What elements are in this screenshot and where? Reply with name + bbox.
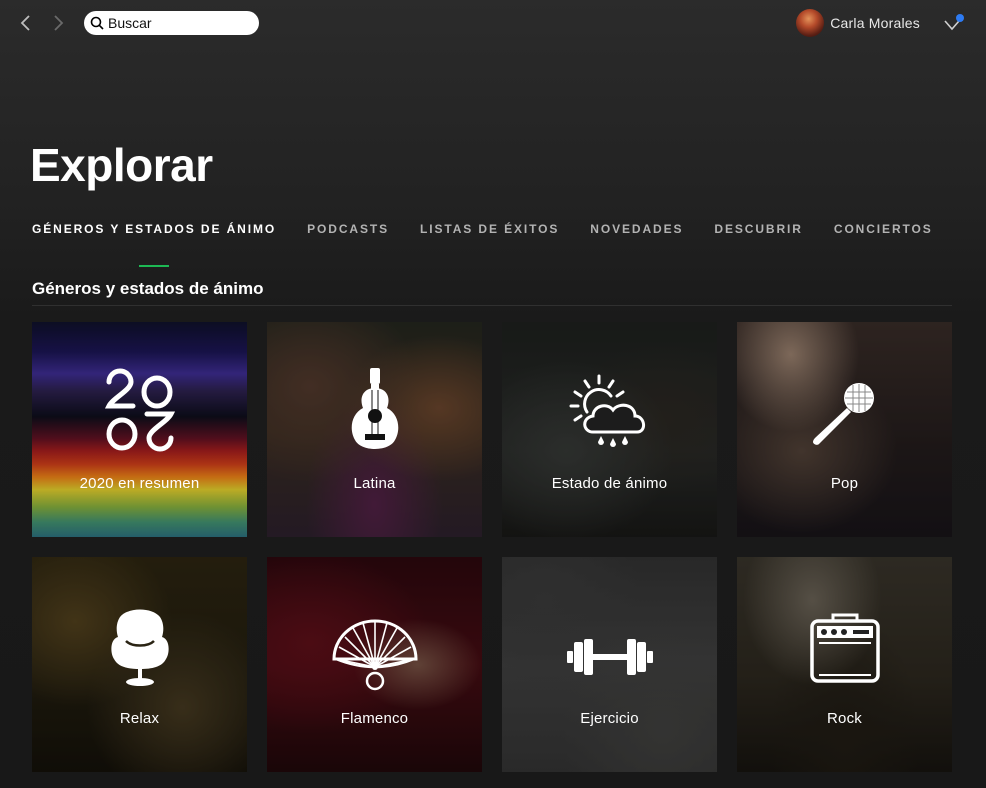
tile-label: Relax — [119, 710, 160, 727]
weather-icon — [569, 374, 645, 447]
category-tile-relax[interactable]: Relax — [32, 557, 247, 772]
category-tile-2020[interactable]: 2020 en resumen — [32, 322, 247, 537]
tile-label: Pop — [830, 475, 859, 492]
category-grid: 2020 en resumen Latina Estado de ánimo P… — [32, 322, 952, 788]
category-tile-rock[interactable]: Rock — [737, 557, 952, 772]
guitar-icon — [351, 368, 398, 449]
search-input[interactable] — [108, 15, 248, 31]
search-icon — [90, 16, 104, 30]
2020-wrapped-icon — [104, 368, 175, 452]
tab-listas-de-exitos[interactable]: LISTAS DE ÉXITOS — [420, 222, 559, 248]
dumbbell-icon — [566, 639, 653, 675]
chevron-right-icon — [54, 15, 64, 31]
category-tile-pop[interactable]: Pop — [737, 322, 952, 537]
category-tile-estado-de-animo[interactable]: Estado de ánimo — [502, 322, 717, 537]
user-name: Carla Morales — [830, 15, 920, 31]
back-button[interactable] — [14, 12, 36, 34]
search-box[interactable] — [84, 11, 259, 35]
tab-novedades[interactable]: NOVEDADES — [590, 222, 683, 248]
fan-icon — [331, 619, 418, 691]
tab-podcasts[interactable]: PODCASTS — [307, 222, 389, 248]
tab-generos[interactable]: GÉNEROS Y ESTADOS DE ÁNIMO — [32, 222, 276, 248]
explore-page: Carla Morales Explorar GÉNEROS Y ESTADOS… — [0, 0, 986, 788]
tile-label: Latina — [353, 475, 396, 492]
microphone-icon — [812, 383, 874, 445]
notification-dot — [956, 14, 964, 22]
tab-conciertos[interactable]: CONCIERTOS — [834, 222, 933, 248]
category-tile-latina[interactable]: Latina — [267, 322, 482, 537]
page-title: Explorar — [30, 139, 213, 191]
tab-descubrir[interactable]: DESCUBRIR — [714, 222, 802, 248]
tab-bar: GÉNEROS Y ESTADOS DE ÁNIMO PODCASTS LIST… — [32, 222, 964, 248]
top-bar: Carla Morales — [0, 0, 986, 46]
egg-chair-icon — [110, 609, 169, 686]
category-tile-flamenco[interactable]: Flamenco — [267, 557, 482, 772]
tile-label: Flamenco — [340, 710, 409, 727]
user-profile[interactable]: Carla Morales — [796, 9, 920, 37]
avatar — [796, 9, 825, 37]
divider — [32, 305, 952, 306]
forward-button[interactable] — [48, 12, 70, 34]
tile-label: Ejercicio — [580, 710, 639, 727]
tile-label: Estado de ánimo — [551, 475, 668, 492]
section-title: Géneros y estados de ánimo — [32, 279, 264, 298]
amplifier-icon — [809, 613, 880, 683]
category-tile-ejercicio[interactable]: Ejercicio — [502, 557, 717, 772]
tile-label: Rock — [827, 710, 862, 727]
tile-label: 2020 en resumen — [79, 475, 200, 492]
chevron-left-icon — [20, 15, 30, 31]
